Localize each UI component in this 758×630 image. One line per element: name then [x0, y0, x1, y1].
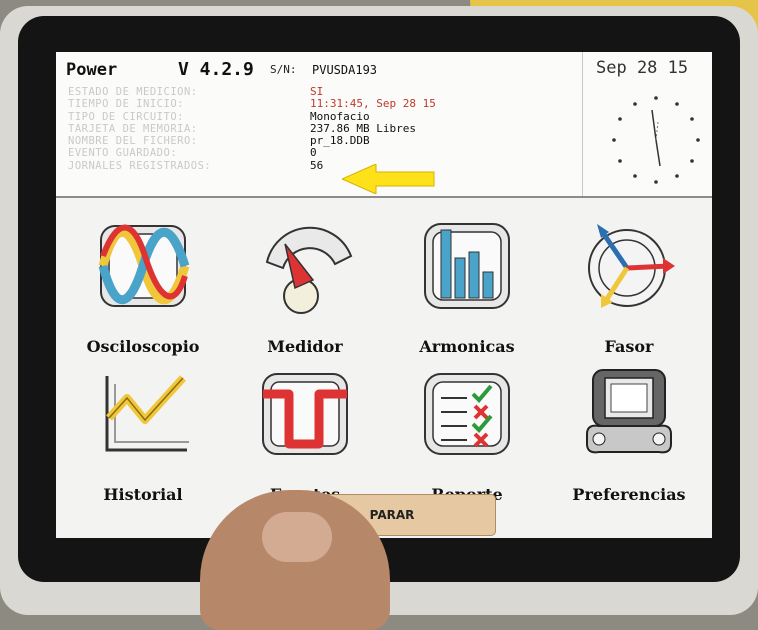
app-label: Armonicas [419, 337, 515, 356]
app-label: Preferencias [572, 485, 686, 504]
status-value: 237.86 MB Libres [310, 121, 416, 135]
status-info: Power V 4.2.9 S/N: PVUSDA193 ESTADO DE M… [56, 52, 583, 196]
app-label: Osciloscopio [86, 337, 200, 356]
status-rows: ESTADO DE MEDICION: SI TIEMPO DE INICIO:… [68, 86, 578, 172]
app-tile-medidor[interactable]: Medidor [230, 216, 380, 356]
app-tile-fasor[interactable]: Fasor [554, 216, 704, 356]
app-tile-reporte[interactable]: Reporte [392, 364, 542, 504]
status-value: pr_18.DDB [310, 134, 370, 148]
oscilloscope-icon [98, 224, 190, 307]
device-screen: Power V 4.2.9 S/N: PVUSDA193 ESTADO DE M… [56, 52, 712, 538]
status-row: EVENTO GUARDADO: 0 [68, 146, 578, 160]
status-value: Monofacio [310, 109, 370, 123]
app-tile-eventos[interactable]: Eventos [230, 364, 380, 504]
app-label: Medidor [267, 337, 343, 356]
app-title: Power [66, 60, 118, 80]
app-label: Fasor [604, 337, 654, 356]
status-label: ESTADO DE MEDICION: [68, 86, 198, 98]
status-row: NOMBRE DEL FICHERO: pr_18.DDB [68, 134, 578, 148]
preferences-wrench-icon [586, 369, 672, 454]
status-panel: Power V 4.2.9 S/N: PVUSDA193 ESTADO DE M… [56, 52, 712, 198]
status-value: 56 [310, 158, 324, 172]
app-tile-osciloscopio[interactable]: Osciloscopio [68, 216, 218, 356]
events-dip-icon [262, 373, 348, 455]
status-label: TIPO DE CIRCUITO: [68, 110, 184, 123]
finger-nail [262, 512, 332, 562]
status-value: 11:31:45, Sep 28 15 [310, 97, 436, 111]
status-label: TARJETA DE MEMORIA: [68, 122, 198, 135]
app-tile-preferencias[interactable]: Preferencias [554, 364, 704, 504]
history-chart-icon [105, 375, 189, 452]
date-display: Sep 28 15 [596, 58, 689, 78]
version-label: V 4.2.9 [178, 59, 254, 80]
analog-clock-icon [612, 96, 700, 184]
app-grid: Osciloscopio Medidor Armonicas Fasor His… [56, 198, 712, 504]
status-label: JORNALES REGISTRADOS: [68, 159, 212, 172]
harmonics-bars-icon [424, 223, 510, 309]
yellow-arrow-icon [342, 164, 435, 194]
status-row: TIEMPO DE INICIO: 11:31:45, Sep 28 15 [68, 97, 578, 111]
status-value: SI [310, 85, 324, 98]
app-label: Historial [103, 485, 183, 504]
phasor-icon [588, 224, 675, 308]
status-label: TIEMPO DE INICIO: [68, 98, 184, 111]
serial-number-label: S/N: [270, 63, 297, 76]
status-value: 0 [310, 146, 317, 160]
app-tile-armonicas[interactable]: Armonicas [392, 216, 542, 356]
meter-gauge-icon [265, 226, 353, 314]
status-label: EVENTO GUARDADO: [68, 147, 178, 160]
status-label: NOMBRE DEL FICHERO: [68, 135, 198, 148]
status-row: JORNALES REGISTRADOS: 56 [68, 158, 578, 172]
app-tile-historial[interactable]: Historial [68, 364, 218, 504]
report-checklist-icon [424, 373, 510, 455]
serial-number-value: PVUSDA193 [312, 63, 378, 77]
